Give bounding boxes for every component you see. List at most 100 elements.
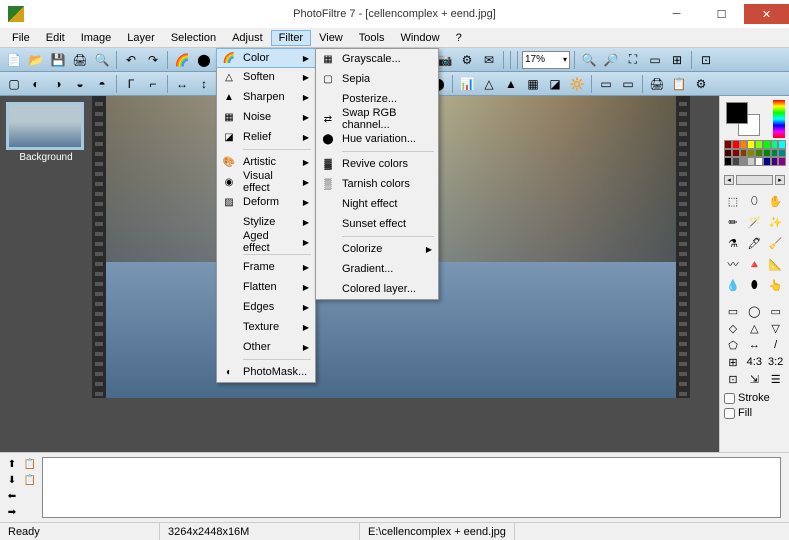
toolbar-button[interactable]: Γ [121,74,141,94]
toolbar-button[interactable]: ⌐ [143,74,163,94]
tool-button[interactable]: 🧹 [767,234,785,252]
toolbar-button[interactable]: ▭ [618,74,638,94]
shape-button[interactable]: ↔ [745,338,763,352]
toolbar-button[interactable]: 🌈 [172,50,192,70]
shape-button[interactable]: ◯ [745,304,763,318]
menu-item-hue-variation-[interactable]: ⬤Hue variation... [316,129,438,149]
toolbar-button[interactable]: ↶ [121,50,141,70]
history-icon[interactable]: 📋 [22,457,38,471]
menu-item-relief[interactable]: ◪Relief▶ [217,127,315,147]
tool-button[interactable]: ⬮ [745,276,763,294]
toolbar-button[interactable]: 🖨 [70,50,90,70]
swatch[interactable] [771,140,779,149]
layer-thumbnail[interactable] [6,102,84,150]
scroll-track[interactable] [736,175,773,185]
foreground-color-swatch[interactable] [726,102,748,124]
menu-window[interactable]: Window [392,30,447,46]
tool-button[interactable]: ⬚ [724,192,742,210]
history-icon[interactable]: ⬇ [4,473,20,487]
swatch[interactable] [755,149,763,158]
toolbar-button[interactable]: 📄 [4,50,24,70]
menu-item-texture[interactable]: Texture▶ [217,317,315,337]
tool-button[interactable]: ✏ [724,213,742,231]
shape-button[interactable]: ⇲ [745,372,763,386]
toolbar-button[interactable]: ◒ [70,74,90,94]
swatch[interactable] [740,140,748,149]
shape-button[interactable]: △ [745,321,763,335]
swatch[interactable] [747,149,755,158]
menu-filter[interactable]: Filter [271,30,311,46]
toolbar-button[interactable]: ▭ [645,50,665,70]
toolbar-button[interactable]: ▢ [4,74,24,94]
toolbar-button[interactable]: 💾 [48,50,68,70]
shape-button[interactable]: 4:3 [745,355,763,369]
toolbar-button[interactable]: ↷ [143,50,163,70]
shape-button[interactable]: / [767,338,785,352]
toolbar-button[interactable]: ◪ [545,74,565,94]
swatch[interactable] [724,140,732,149]
menu-item-night-effect[interactable]: Night effect [316,194,438,214]
menu-image[interactable]: Image [73,30,120,46]
menu-item-gradient-[interactable]: Gradient... [316,259,438,279]
history-icon[interactable] [22,489,38,503]
tool-button[interactable]: 🔺 [745,255,763,273]
menu-view[interactable]: View [311,30,351,46]
tool-button[interactable]: 〰 [724,255,742,273]
menu-edit[interactable]: Edit [38,30,73,46]
menu-item-frame[interactable]: Frame▶ [217,257,315,277]
swatch[interactable] [778,140,786,149]
toolbar-button[interactable]: 🔎 [601,50,621,70]
menu-item-soften[interactable]: △Soften▶ [217,67,315,87]
toolbar-button[interactable]: 🖨 [647,74,667,94]
swatch[interactable] [732,140,740,149]
toolbar-button[interactable]: ⊡ [696,50,716,70]
toolbar-button[interactable]: ▲ [501,74,521,94]
menu-item-colored-layer-[interactable]: Colored layer... [316,279,438,299]
swatch[interactable] [732,149,740,158]
menu-item-visual-effect[interactable]: ◉Visual effect▶ [217,172,315,192]
shape-button[interactable]: ⊞ [724,355,742,369]
toolbar-button[interactable]: 🔆 [567,74,587,94]
menu-item-noise[interactable]: ▦Noise▶ [217,107,315,127]
minimize-button[interactable] [654,4,699,24]
toolbar-button[interactable]: ⊞ [667,50,687,70]
shape-button[interactable]: ▭ [767,304,785,318]
shape-button[interactable]: ⊡ [724,372,742,386]
menu-item-sepia[interactable]: ▢Sepia [316,69,438,89]
swatch[interactable] [763,140,771,149]
history-icon[interactable]: ⬆ [4,457,20,471]
toolbar-button[interactable]: ⬤ [194,50,214,70]
toolbar-button[interactable]: ↔ [172,74,192,94]
hue-bar[interactable] [773,100,785,138]
history-list[interactable] [42,457,781,518]
toolbar-button[interactable]: 📊 [457,74,477,94]
toolbar-button[interactable]: ✉ [479,50,499,70]
menu-item-swap-rgb-channel-[interactable]: ⇄Swap RGB channel... [316,109,438,129]
history-icon[interactable]: ⬅ [4,489,20,503]
menu-item-other[interactable]: Other▶ [217,337,315,357]
swatch[interactable] [724,157,732,166]
toolbar-button[interactable]: △ [479,74,499,94]
swatch[interactable] [755,140,763,149]
maximize-button[interactable] [699,4,744,24]
menu-tools[interactable]: Tools [351,30,393,46]
shape-button[interactable]: ☰ [767,372,785,386]
menu-item-grayscale-[interactable]: ▦Grayscale... [316,49,438,69]
swatch[interactable] [763,157,771,166]
swatch[interactable] [747,157,755,166]
toolbar-button[interactable]: 🔍 [92,50,112,70]
shape-button[interactable]: 3:2 [767,355,785,369]
toolbar-button[interactable]: ◓ [92,74,112,94]
menu-item-color[interactable]: 🌈Color▶ [216,48,316,68]
swatch[interactable] [763,149,771,158]
menu-item-flatten[interactable]: Flatten▶ [217,277,315,297]
toolbar-button[interactable]: ⛶ [623,50,643,70]
swatch[interactable] [771,157,779,166]
tool-button[interactable]: ⚗ [724,234,742,252]
menu-item-sunset-effect[interactable]: Sunset effect [316,214,438,234]
stroke-option[interactable]: Stroke [724,392,785,404]
menu-item-edges[interactable]: Edges▶ [217,297,315,317]
menu-selection[interactable]: Selection [163,30,224,46]
tool-button[interactable]: 🪄 [745,213,763,231]
toolbar-button[interactable]: ◐ [26,74,46,94]
